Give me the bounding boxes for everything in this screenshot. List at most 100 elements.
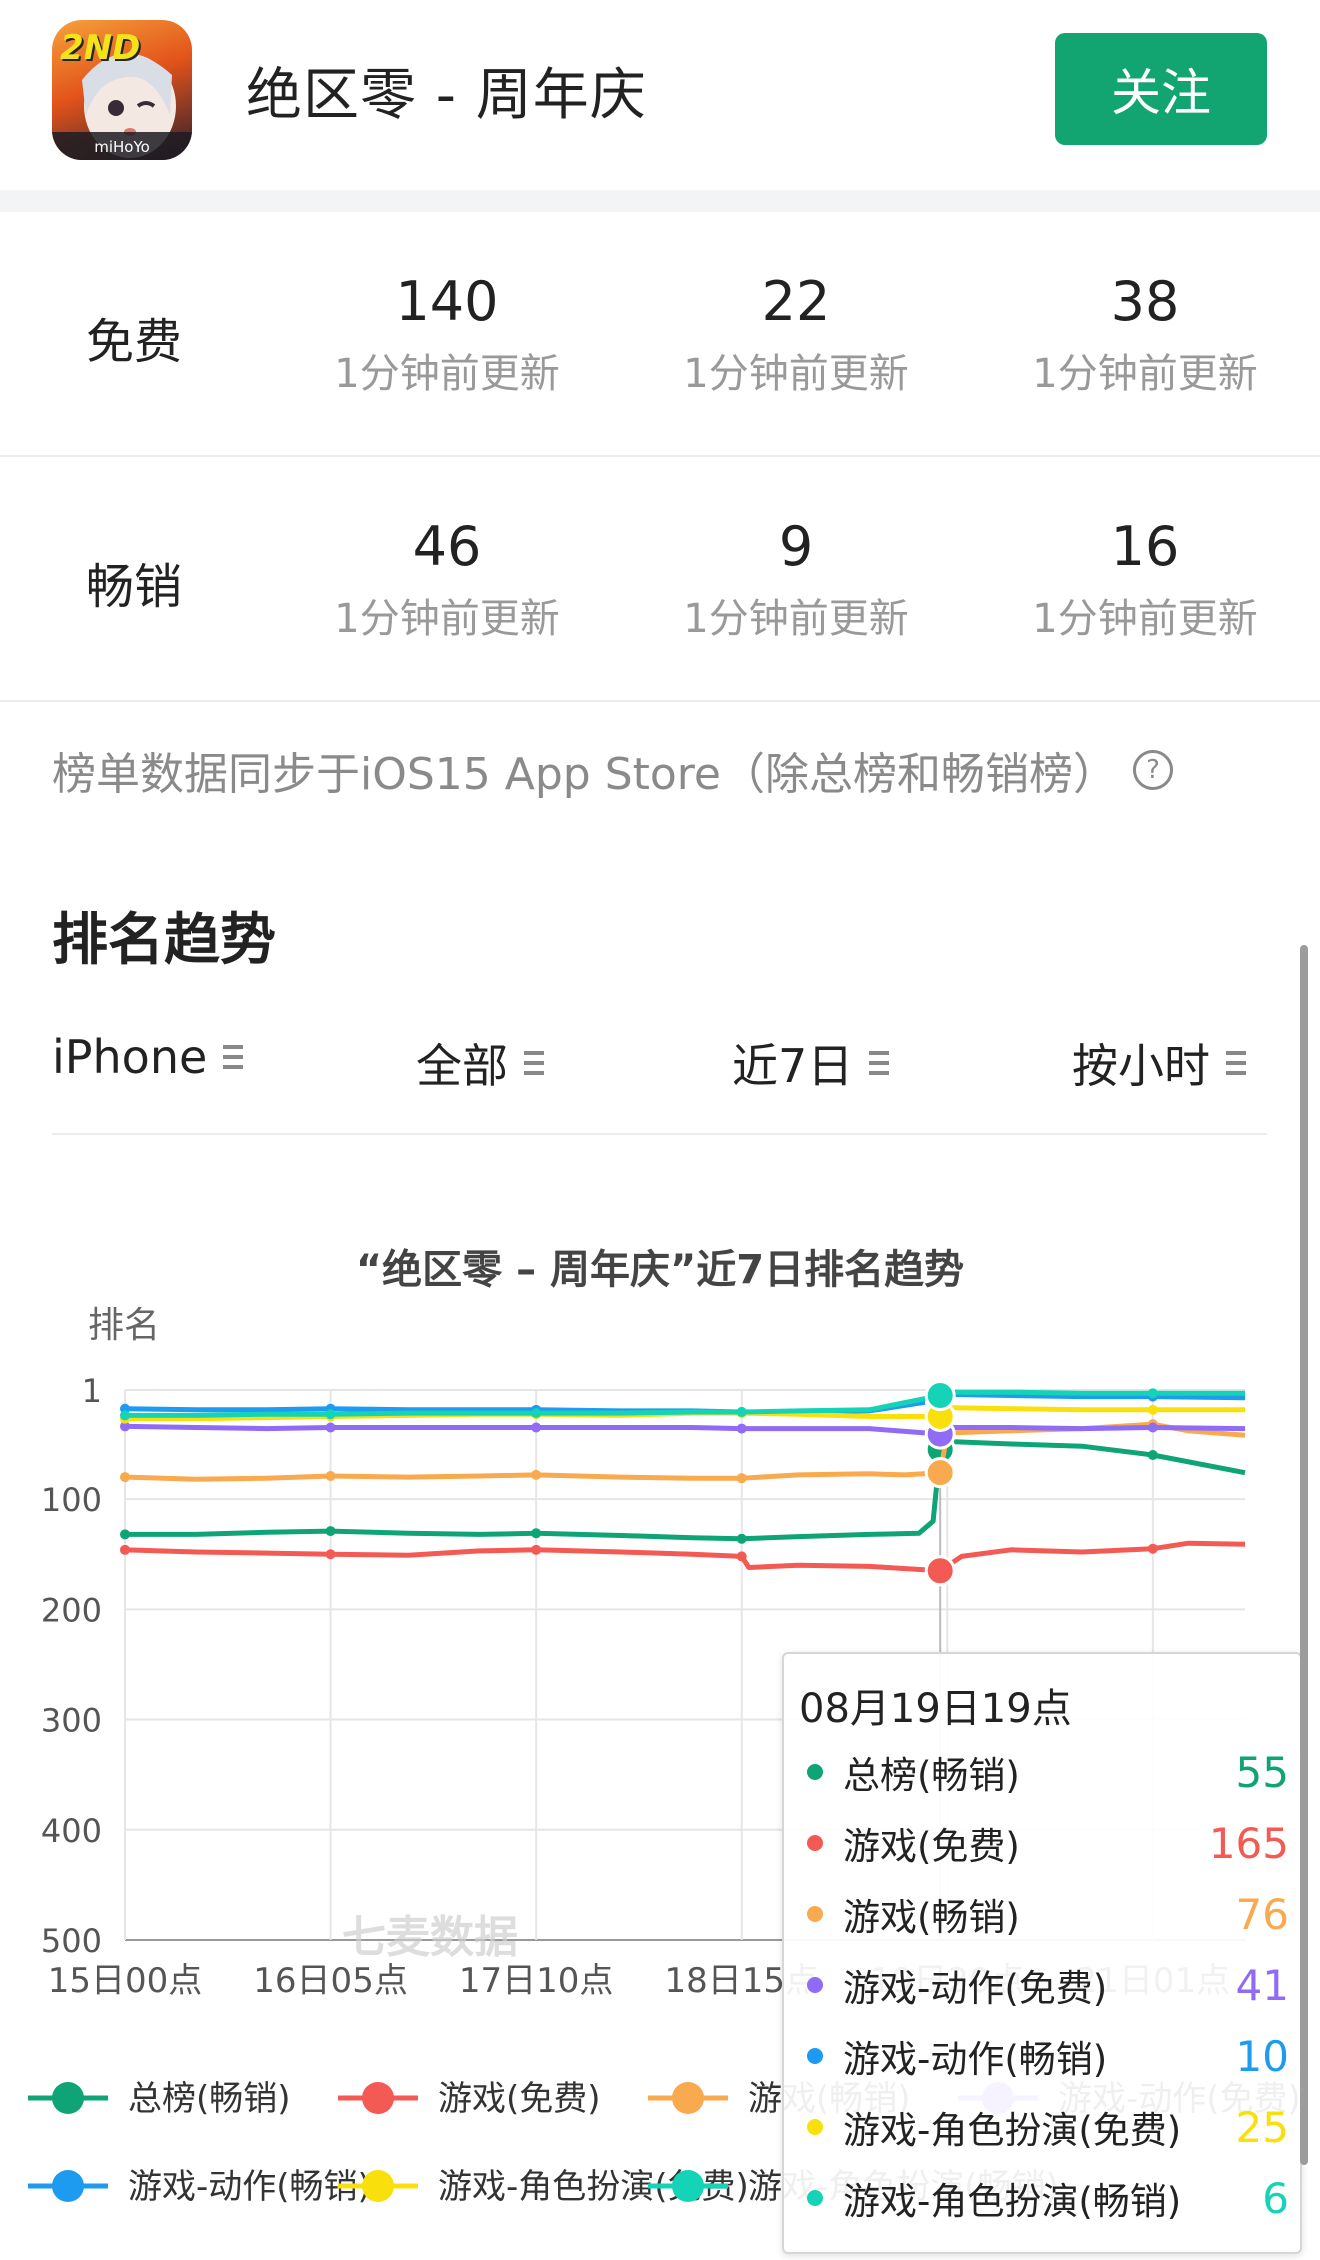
rank-row-label: 免费 — [86, 314, 183, 370]
rank-cell: 9 1分钟前更新 — [646, 515, 946, 644]
legend-item[interactable]: 游戏(免费) — [338, 2079, 601, 2119]
tooltip-row: 游戏-动作(畅销) 10 — [799, 2026, 1289, 2086]
series-point — [325, 1549, 336, 1560]
rank-row-free: 免费 140 1分钟前更新 22 1分钟前更新 38 1分钟前更新 — [0, 212, 1320, 457]
series-point — [120, 1544, 130, 1555]
legend-label: 游戏-动作(畅销) — [128, 2167, 371, 2207]
chart-tooltip: 08月19日19点 总榜(畅销) 55 游戏(免费) 165 游戏(畅销) 76 游戏-动作… — [782, 1652, 1302, 2254]
legend-marker — [362, 2170, 394, 2202]
series-line-0 — [125, 1439, 1246, 1542]
series-point — [325, 1409, 336, 1420]
legend-marker — [672, 2170, 704, 2202]
rank-updated: 1分钟前更新 — [334, 351, 560, 397]
series-point — [120, 1410, 130, 1421]
series-point — [736, 1473, 747, 1484]
tooltip-row: 总榜(畅销) 55 — [799, 1742, 1289, 1802]
series-point — [1147, 1450, 1158, 1461]
tooltip-row: 游戏-角色扮演(免费) 25 — [799, 2097, 1289, 2157]
rank-cell: 16 1分钟前更新 — [995, 515, 1295, 644]
legend-marker — [672, 2082, 704, 2114]
filter-granularity[interactable]: 按小时 — [1072, 1030, 1246, 1096]
filter-device-label: iPhone — [52, 1030, 208, 1084]
series-point — [736, 1423, 747, 1434]
tooltip-series-name: 游戏(畅销) — [843, 1896, 1020, 1939]
tooltip-dot — [807, 1835, 823, 1851]
legend-item[interactable]: 总榜(畅销) — [28, 2079, 291, 2119]
series-point — [120, 1472, 130, 1483]
rank-cell: 38 1分钟前更新 — [995, 270, 1295, 399]
tooltip-series-value: 10 — [1235, 2031, 1289, 2081]
y-tick-label: 400 — [41, 1812, 102, 1850]
tooltip-series-name: 游戏(免费) — [843, 1825, 1020, 1868]
rank-value: 140 — [395, 270, 499, 333]
tooltip-series-value: 6 — [1262, 2173, 1289, 2223]
sync-note-text: 榜单数据同步于iOS15 App Store（除总榜和畅销榜） — [52, 749, 1118, 800]
tooltip-dot — [807, 2190, 823, 2206]
filter-bar: iPhone 全部 近7日 按小时 — [52, 1020, 1267, 1135]
x-tick-label: 15日00点 — [48, 1961, 203, 2001]
tooltip-dot — [807, 1977, 823, 1993]
app-header: 2ND miHoYo 绝区零 - 周年庆 关注 — [0, 0, 1320, 190]
tooltip-row: 游戏-角色扮演(畅销) 6 — [799, 2168, 1289, 2228]
tooltip-series-name: 游戏-动作(免费) — [843, 1967, 1108, 2010]
series-line-1 — [124, 1540, 1246, 1574]
chart-title: “绝区零 – 周年庆”近7日排名趋势 — [356, 1247, 964, 1293]
y-tick-label: 500 — [41, 1922, 102, 1960]
highlight-point — [924, 1457, 956, 1489]
rank-updated: 1分钟前更新 — [683, 351, 909, 397]
app-icon-brand: miHoYo — [94, 138, 150, 156]
series-point — [120, 1529, 130, 1540]
rank-row-grossing: 畅销 46 1分钟前更新 9 1分钟前更新 16 1分钟前更新 — [0, 457, 1320, 702]
rank-cell: 140 1分钟前更新 — [297, 270, 597, 399]
app-icon[interactable]: 2ND miHoYo — [52, 20, 192, 160]
legend-item[interactable]: 游戏-动作(畅销) — [28, 2167, 371, 2207]
tooltip-dot — [807, 2119, 823, 2135]
follow-button[interactable]: 关注 — [1055, 33, 1267, 145]
filter-device[interactable]: iPhone — [52, 1030, 244, 1084]
y-tick-label: 300 — [41, 1702, 102, 1740]
legend-label: 总榜(畅销) — [128, 2079, 291, 2119]
series-point — [531, 1408, 542, 1419]
rank-value: 22 — [761, 270, 831, 333]
series-point — [1147, 1388, 1158, 1399]
app-icon-badge: 2ND — [60, 28, 141, 68]
series-line-2 — [124, 1421, 1246, 1482]
help-icon[interactable]: ? — [1133, 750, 1174, 790]
chart-y-label: 排名 — [88, 1305, 160, 1346]
tooltip-series-value: 165 — [1208, 1818, 1289, 1868]
tooltip-series-name: 游戏-角色扮演(免费) — [843, 2109, 1182, 2152]
menu-icon — [524, 1051, 544, 1075]
filter-granularity-label: 按小时 — [1072, 1039, 1210, 1093]
rank-row-label: 畅销 — [86, 559, 183, 615]
legend-marker — [52, 2170, 84, 2202]
tooltip-row: 游戏-动作(免费) 41 — [799, 1955, 1289, 2015]
scrollbar[interactable] — [1300, 945, 1308, 2165]
watermark: 七麦数据 — [342, 1912, 518, 1963]
tooltip-series-value: 41 — [1235, 1960, 1289, 2010]
menu-icon — [223, 1045, 244, 1069]
rank-updated: 1分钟前更新 — [334, 596, 560, 642]
series-point — [531, 1544, 542, 1555]
rank-value: 38 — [1110, 270, 1180, 333]
filter-scope[interactable]: 全部 — [416, 1030, 544, 1096]
filter-period[interactable]: 近7日 — [732, 1030, 890, 1096]
tooltip-title: 08月19日19点 — [799, 1686, 1072, 1732]
rank-value: 46 — [412, 515, 482, 578]
y-tick-label: 200 — [41, 1591, 102, 1629]
tooltip-series-name: 游戏-动作(畅销) — [843, 2038, 1108, 2081]
x-tick-label: 16日05点 — [253, 1961, 408, 2001]
series-point — [325, 1470, 336, 1481]
rank-updated: 1分钟前更新 — [683, 596, 909, 642]
tooltip-row: 游戏(畅销) 76 — [799, 1884, 1289, 1944]
tooltip-dot — [807, 1764, 823, 1780]
tooltip-series-name: 总榜(畅销) — [843, 1754, 1020, 1797]
legend-marker — [362, 2082, 394, 2114]
tooltip-series-name: 游戏-角色扮演(畅销) — [843, 2180, 1182, 2223]
legend-label: 游戏(免费) — [438, 2079, 601, 2119]
highlight-point — [924, 1380, 956, 1412]
series-point — [1147, 1543, 1158, 1554]
series-line-3 — [124, 1423, 1246, 1437]
rank-value: 16 — [1110, 515, 1180, 578]
filter-scope-label: 全部 — [416, 1039, 508, 1093]
tooltip-series-value: 25 — [1235, 2102, 1289, 2152]
